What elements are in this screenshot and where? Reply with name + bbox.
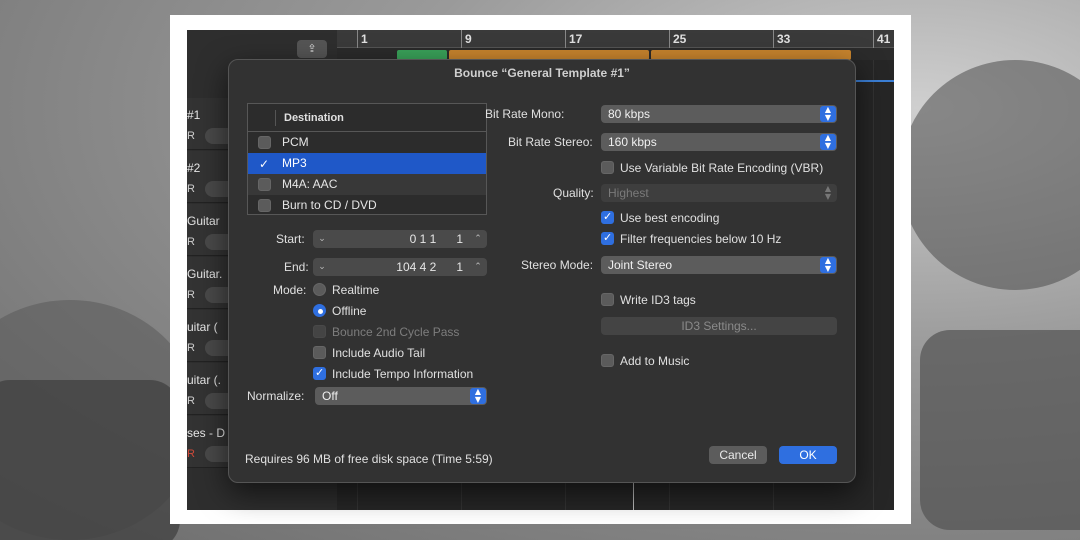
track-name: #1 — [187, 108, 201, 122]
destination-header: Destination — [248, 104, 486, 132]
up-down-chevron-icon: ▲ ▼ — [820, 257, 836, 273]
mode-offline-radio[interactable] — [313, 304, 326, 317]
bit-rate-mono-value: 80 kbps — [608, 107, 651, 121]
normalize-popup[interactable]: Off ▲ ▼ — [315, 387, 487, 405]
quality-value: Highest — [608, 186, 649, 200]
include-audio-tail-label: Include Audio Tail — [332, 346, 426, 360]
record-badge[interactable]: R — [187, 289, 195, 301]
filter-frequencies-checkbox[interactable] — [601, 231, 614, 245]
track-name: ses - D — [187, 426, 226, 440]
bit-rate-mono-label: Bit Rate Mono: — [485, 107, 565, 121]
stereo-mode-popup[interactable]: Joint Stereo ▲ ▼ — [601, 256, 837, 274]
quality-label: Quality: — [553, 186, 594, 200]
bit-rate-stereo-label: Bit Rate Stereo: — [508, 135, 593, 149]
up-down-chevron-icon: ▲ ▼ — [470, 388, 486, 404]
share-icon[interactable]: ⇪ — [297, 40, 327, 58]
end-value: 104 4 2 1 — [396, 260, 463, 274]
normalize-value: Off — [322, 389, 338, 403]
destination-row-mp3[interactable]: MP3 — [248, 153, 486, 175]
write-id3-label: Write ID3 tags — [620, 293, 696, 307]
bit-rate-stereo-value: 160 kbps — [608, 135, 657, 149]
add-to-music-label: Add to Music — [620, 354, 690, 368]
include-tempo-checkbox[interactable] — [313, 366, 326, 380]
record-badge[interactable]: R — [187, 342, 195, 354]
ruler-tick: 17 — [569, 32, 583, 46]
checkbox[interactable] — [258, 154, 271, 175]
ruler-tick: 25 — [673, 32, 687, 46]
bounce-2nd-cycle-checkbox[interactable] — [313, 325, 326, 338]
bounce-dialog: Bounce “General Template #1” Destination… — [228, 59, 856, 483]
disk-space-info: Requires 96 MB of free disk space (Time … — [245, 452, 493, 466]
start-value: 0 1 1 1 — [409, 232, 463, 246]
mode-label: Mode: — [273, 283, 307, 297]
destination-row-burn[interactable]: Burn to CD / DVD — [248, 195, 486, 216]
include-tempo-label: Include Tempo Information — [332, 367, 474, 381]
chevron-down-icon[interactable]: ⌄ — [315, 230, 329, 248]
track-name: Guitar — [187, 214, 220, 228]
up-down-chevron-icon: ▲ ▼ — [820, 134, 836, 150]
record-badge[interactable]: R — [187, 448, 195, 460]
checkbox[interactable] — [258, 178, 271, 191]
ruler-tick: 9 — [465, 32, 472, 46]
best-encoding-label: Use best encoding — [620, 211, 720, 225]
mode-offline-label: Offline — [332, 304, 367, 318]
destination-label: PCM — [282, 135, 309, 149]
chevron-up-icon[interactable]: ⌃ — [471, 258, 485, 276]
record-badge[interactable]: R — [187, 236, 195, 248]
track-name: #2 — [187, 161, 201, 175]
destination-header-label: Destination — [284, 112, 344, 124]
dialog-title: Bounce “General Template #1” — [454, 66, 630, 80]
start-position-field[interactable]: ⌄ 0 1 1 1 ⌃ — [313, 230, 487, 248]
record-badge[interactable]: R — [187, 130, 195, 142]
add-to-music-checkbox[interactable] — [601, 354, 614, 367]
destination-label: MP3 — [282, 156, 307, 170]
cancel-button[interactable]: Cancel — [709, 446, 767, 464]
destination-label: Burn to CD / DVD — [282, 198, 377, 212]
timeline-ruler[interactable]: 1 9 17 25 33 41 — [337, 30, 894, 48]
quality-popup[interactable]: Highest ▲ ▼ — [601, 184, 837, 202]
normalize-label: Normalize: — [247, 389, 305, 403]
chevron-up-icon[interactable]: ⌃ — [471, 230, 485, 248]
bit-rate-stereo-popup[interactable]: 160 kbps ▲ ▼ — [601, 133, 837, 151]
destination-list: Destination PCM MP3 M4A: AAC Burn to CD … — [247, 103, 487, 215]
track-name: uitar ( — [187, 320, 218, 334]
ruler-tick: 41 — [877, 32, 891, 46]
checkbox[interactable] — [258, 136, 271, 149]
best-encoding-checkbox[interactable] — [601, 210, 614, 224]
record-badge[interactable]: R — [187, 395, 195, 407]
mode-realtime-label: Realtime — [332, 283, 380, 297]
end-position-field[interactable]: ⌄ 104 4 2 1 ⌃ — [313, 258, 487, 276]
end-label: End: — [284, 260, 309, 274]
up-down-chevron-icon: ▲ ▼ — [820, 106, 836, 122]
mode-realtime-radio[interactable] — [313, 283, 326, 296]
record-badge[interactable]: R — [187, 183, 195, 195]
destination-row-pcm[interactable]: PCM — [248, 132, 486, 153]
include-audio-tail-checkbox[interactable] — [313, 346, 326, 359]
track-name: uitar (. — [187, 373, 222, 387]
start-label: Start: — [276, 232, 305, 246]
destination-row-m4a[interactable]: M4A: AAC — [248, 174, 486, 195]
vbr-checkbox[interactable] — [601, 161, 614, 174]
vbr-label: Use Variable Bit Rate Encoding (VBR) — [620, 161, 824, 175]
stereo-mode-value: Joint Stereo — [608, 258, 673, 272]
ruler-tick: 33 — [777, 32, 791, 46]
playhead[interactable] — [633, 480, 634, 510]
checkbox[interactable] — [258, 199, 271, 212]
stereo-mode-label: Stereo Mode: — [521, 258, 594, 272]
write-id3-checkbox[interactable] — [601, 293, 614, 306]
up-down-chevron-icon: ▲ ▼ — [824, 184, 832, 201]
bit-rate-mono-popup[interactable]: 80 kbps ▲ ▼ — [601, 105, 837, 123]
chevron-down-icon[interactable]: ⌄ — [315, 258, 329, 276]
ruler-tick: 1 — [361, 32, 368, 46]
bounce-2nd-cycle-label: Bounce 2nd Cycle Pass — [332, 325, 460, 339]
destination-label: M4A: AAC — [282, 177, 338, 191]
ok-button[interactable]: OK — [779, 446, 837, 464]
filter-frequencies-label: Filter frequencies below 10 Hz — [620, 232, 782, 246]
track-name: Guitar. — [187, 267, 223, 281]
id3-settings-button[interactable]: ID3 Settings... — [601, 317, 837, 335]
